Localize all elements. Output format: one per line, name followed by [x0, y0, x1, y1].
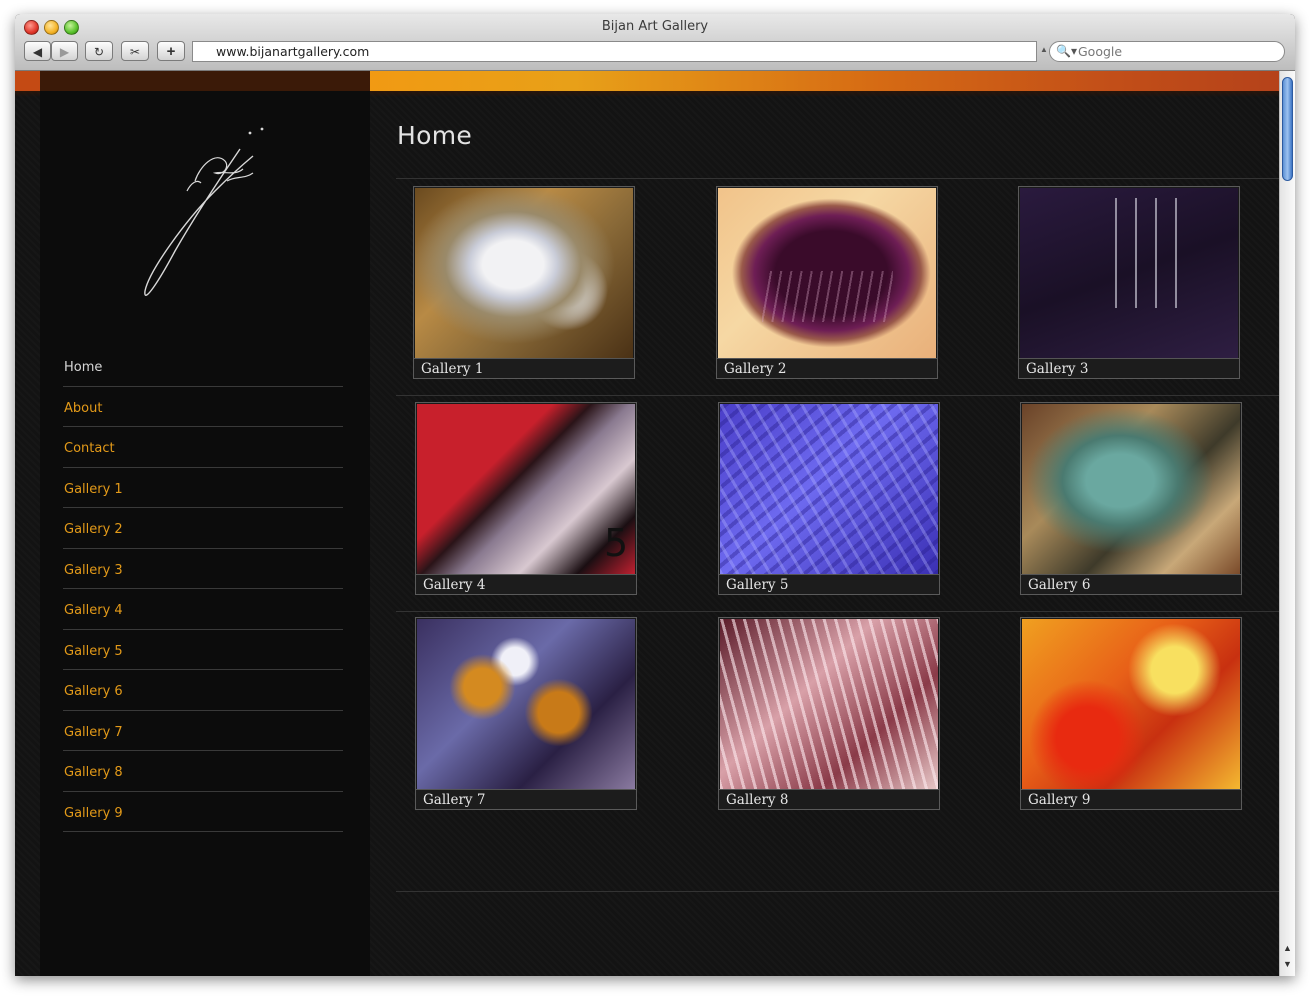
nav-item-gallery-8[interactable]: Gallery 8 [63, 751, 343, 792]
browser-window: Bijan Art Gallery ◀ ▶ ↻ ✂ + www.bijanart… [15, 14, 1295, 976]
nav-item-about[interactable]: About [63, 387, 343, 427]
gallery-5-artwork[interactable] [720, 404, 938, 574]
gallery-tile-8[interactable]: Gallery 8 [718, 617, 940, 810]
nav-item-gallery-7[interactable]: Gallery 7 [63, 711, 343, 751]
window-title: Bijan Art Gallery [601, 19, 709, 34]
gallery-tile-7[interactable]: Gallery 7 [415, 617, 637, 810]
search-field[interactable]: 🔍▾ Google [1049, 41, 1285, 62]
gallery-3-artwork[interactable] [1020, 188, 1238, 358]
nav-link-contact[interactable]: Contact [63, 437, 115, 456]
nav-item-home[interactable]: Home [63, 346, 343, 387]
nav-item-gallery-9[interactable]: Gallery 9 [63, 792, 343, 832]
vertical-scrollbar[interactable]: ▲ ▼ [1279, 71, 1295, 976]
divider [396, 395, 1279, 396]
nav-link-gallery-9[interactable]: Gallery 9 [63, 802, 123, 821]
gallery-8-artwork[interactable] [720, 619, 938, 789]
main-navigation: Home About Contact Gallery 1 Gallery 2 G… [63, 346, 343, 832]
divider [396, 178, 1279, 179]
gallery-6-caption[interactable]: Gallery 6 [1021, 574, 1241, 594]
gallery-4-art-number: 5 [604, 521, 629, 565]
nav-item-contact[interactable]: Contact [63, 427, 343, 468]
url-text: www.bijanartgallery.com [216, 44, 370, 59]
scroll-up-icon[interactable]: ▲ [1280, 941, 1295, 956]
gallery-6-artwork[interactable] [1022, 404, 1240, 574]
sidebar: Home About Contact Gallery 1 Gallery 2 G… [40, 91, 370, 976]
gallery-7-artwork[interactable] [417, 619, 635, 789]
gallery-tile-6[interactable]: Gallery 6 [1020, 402, 1242, 595]
nav-link-about[interactable]: About [63, 397, 102, 416]
nav-link-gallery-5[interactable]: Gallery 5 [63, 640, 123, 659]
gallery-4-artwork[interactable] [417, 404, 635, 574]
gallery-1-caption[interactable]: Gallery 1 [414, 358, 634, 378]
search-icon: 🔍▾ [1056, 44, 1077, 58]
browser-chrome: Bijan Art Gallery ◀ ▶ ↻ ✂ + www.bijanart… [15, 14, 1295, 71]
gallery-7-caption[interactable]: Gallery 7 [416, 789, 636, 809]
gallery-tile-4[interactable]: 5 Gallery 4 [415, 402, 637, 595]
nav-item-gallery-1[interactable]: Gallery 1 [63, 468, 343, 508]
nav-link-gallery-4[interactable]: Gallery 4 [63, 599, 123, 618]
nav-item-gallery-5[interactable]: Gallery 5 [63, 630, 343, 670]
nav-item-gallery-4[interactable]: Gallery 4 [63, 589, 343, 630]
gallery-tile-5[interactable]: Gallery 5 [718, 402, 940, 595]
nav-link-gallery-2[interactable]: Gallery 2 [63, 518, 123, 537]
page-title: Home [397, 121, 473, 150]
forward-button[interactable]: ▶ [51, 41, 78, 61]
header-stripe [15, 71, 1279, 91]
url-dropdown-icon[interactable]: ▲ [1040, 45, 1048, 54]
nav-item-gallery-3[interactable]: Gallery 3 [63, 549, 343, 589]
search-placeholder: Google [1078, 44, 1123, 59]
nav-link-gallery-3[interactable]: Gallery 3 [63, 559, 123, 578]
gallery-3-caption[interactable]: Gallery 3 [1019, 358, 1239, 378]
divider [396, 611, 1279, 612]
gallery-tile-3[interactable]: Gallery 3 [1018, 186, 1240, 379]
nav-link-gallery-6[interactable]: Gallery 6 [63, 680, 123, 699]
close-window-button[interactable] [24, 20, 39, 35]
gallery-tile-9[interactable]: Gallery 9 [1020, 617, 1242, 810]
back-button[interactable]: ◀ [24, 41, 51, 61]
scroll-down-icon[interactable]: ▼ [1280, 957, 1295, 972]
nav-link-gallery-7[interactable]: Gallery 7 [63, 721, 123, 740]
snip-button[interactable]: ✂ [121, 41, 149, 61]
gallery-4-caption[interactable]: Gallery 4 [416, 574, 636, 594]
zoom-window-button[interactable] [64, 20, 79, 35]
gallery-9-artwork[interactable] [1022, 619, 1240, 789]
nav-item-gallery-6[interactable]: Gallery 6 [63, 670, 343, 711]
minimize-window-button[interactable] [44, 20, 59, 35]
add-bookmark-button[interactable]: + [157, 41, 185, 61]
gallery-9-caption[interactable]: Gallery 9 [1021, 789, 1241, 809]
reload-button[interactable]: ↻ [85, 41, 113, 61]
divider [396, 891, 1279, 892]
gallery-tile-1[interactable]: Gallery 1 [413, 186, 635, 379]
gallery-8-caption[interactable]: Gallery 8 [719, 789, 939, 809]
nav-link-gallery-8[interactable]: Gallery 8 [63, 761, 123, 780]
address-bar[interactable]: www.bijanartgallery.com [192, 41, 1037, 62]
nav-item-gallery-2[interactable]: Gallery 2 [63, 508, 343, 549]
gallery-1-artwork[interactable] [415, 188, 633, 358]
gallery-5-caption[interactable]: Gallery 5 [719, 574, 939, 594]
nav-link-gallery-1[interactable]: Gallery 1 [63, 478, 123, 497]
gallery-tile-2[interactable]: Gallery 2 [716, 186, 938, 379]
signature-logo [144, 127, 264, 296]
nav-link-home[interactable]: Home [63, 356, 102, 375]
gallery-2-caption[interactable]: Gallery 2 [717, 358, 937, 378]
website-viewport: Home About Contact Gallery 1 Gallery 2 G… [15, 71, 1279, 976]
scrollbar-thumb[interactable] [1282, 77, 1293, 181]
gallery-2-artwork[interactable] [718, 188, 936, 358]
